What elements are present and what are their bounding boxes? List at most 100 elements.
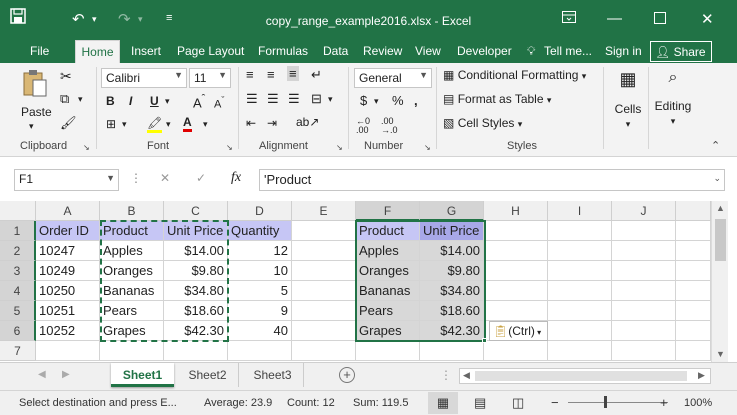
orientation-icon[interactable]: ab↗ <box>296 115 319 129</box>
merge-center-icon[interactable]: ⊟ <box>311 91 322 107</box>
font-color-dropdown-icon[interactable]: ▾ <box>203 119 208 130</box>
tab-view[interactable]: View <box>415 44 441 58</box>
column-header-partial[interactable] <box>676 201 711 221</box>
percent-icon[interactable]: % <box>392 93 404 108</box>
paste-label[interactable]: Paste <box>21 105 52 119</box>
sheet-tab-sheet3[interactable]: Sheet3 <box>242 363 304 387</box>
row-header-7[interactable]: 7 <box>0 341 36 361</box>
cell-h5[interactable] <box>484 301 548 321</box>
close-icon[interactable]: ✕ <box>701 10 714 28</box>
column-header-j[interactable]: J <box>612 201 676 221</box>
editing-button[interactable]: ⌕ Editing ▾ <box>653 69 693 139</box>
alignment-launcher-icon[interactable]: ↘ <box>336 143 343 152</box>
cell-e3[interactable] <box>292 261 356 281</box>
normal-view-icon[interactable]: ▦ <box>428 392 458 414</box>
sheet-tab-sheet2[interactable]: Sheet2 <box>177 363 239 387</box>
cell-i2[interactable] <box>548 241 612 261</box>
hscroll-thumb[interactable] <box>475 371 687 381</box>
italic-icon[interactable]: I <box>129 94 132 108</box>
zoom-in-icon[interactable]: + <box>660 395 668 410</box>
align-middle-icon[interactable]: ≡ <box>267 67 275 82</box>
number-format-combobox[interactable]: General ▼ <box>354 68 432 88</box>
column-header-a[interactable]: A <box>36 201 100 221</box>
wrap-text-icon[interactable]: ↵ <box>311 67 322 83</box>
scroll-right-icon[interactable]: ▶ <box>698 370 705 381</box>
tell-me-search[interactable]: Tell me... <box>544 44 592 58</box>
underline-icon[interactable]: U <box>150 94 159 108</box>
vertical-scrollbar[interactable]: ▲ ▼ <box>711 201 728 362</box>
decrease-font-icon[interactable]: Aˇ <box>214 95 224 111</box>
increase-indent-icon[interactable]: ⇥ <box>267 116 277 130</box>
cell-d6[interactable]: 40 <box>228 321 292 341</box>
formula-input[interactable]: 'Product ⌄ <box>259 169 725 191</box>
row-header-4[interactable]: 4 <box>0 281 36 301</box>
underline-dropdown-icon[interactable]: ▾ <box>165 96 170 107</box>
cell-h1[interactable] <box>484 221 548 241</box>
font-size-combobox[interactable]: 11 ▼ <box>189 68 231 88</box>
align-right-icon[interactable]: ☰ <box>288 91 300 107</box>
cell-j2[interactable] <box>612 241 676 261</box>
cell-e6[interactable] <box>292 321 356 341</box>
tab-review[interactable]: Review <box>363 44 402 58</box>
sign-in-link[interactable]: Sign in <box>605 44 642 58</box>
increase-font-icon[interactable]: Aˆ <box>193 93 205 110</box>
scroll-sheets-right-icon[interactable]: ▶ <box>62 369 70 380</box>
cell-a5[interactable]: 10251 <box>36 301 100 321</box>
cell-g7[interactable] <box>420 341 484 361</box>
paste-icon[interactable] <box>22 69 48 99</box>
cell-c7[interactable] <box>164 341 228 361</box>
tab-home[interactable]: Home <box>75 40 120 63</box>
cell-i7[interactable] <box>548 341 612 361</box>
column-header-e[interactable]: E <box>292 201 356 221</box>
scroll-left-icon[interactable]: ◀ <box>463 370 470 381</box>
column-header-d[interactable]: D <box>228 201 292 221</box>
cell-d4[interactable]: 5 <box>228 281 292 301</box>
ribbon-display-options-icon[interactable] <box>562 10 576 27</box>
conditional-formatting-button[interactable]: ▦ Conditional Formatting ▾ <box>443 68 586 82</box>
copy-icon[interactable]: ⧉ <box>60 91 69 107</box>
cut-icon[interactable]: ✂ <box>60 68 72 85</box>
cell-partial[interactable] <box>676 241 711 261</box>
zoom-slider-thumb[interactable] <box>604 396 607 408</box>
zoom-out-icon[interactable]: − <box>551 395 559 410</box>
cell-j3[interactable] <box>612 261 676 281</box>
row-header-2[interactable]: 2 <box>0 241 36 261</box>
row-header-5[interactable]: 5 <box>0 301 36 321</box>
cells-button[interactable]: ▦ Cells ▾ <box>612 69 644 139</box>
cell-j5[interactable] <box>612 301 676 321</box>
zoom-slider[interactable] <box>568 402 668 403</box>
cell-partial[interactable] <box>676 321 711 341</box>
cell-a1[interactable]: Order ID <box>36 221 100 241</box>
cell-d1[interactable]: Quantity <box>228 221 292 241</box>
cell-j7[interactable] <box>612 341 676 361</box>
scroll-sheets-left-icon[interactable]: ◀ <box>38 369 46 380</box>
cell-d5[interactable]: 9 <box>228 301 292 321</box>
page-break-view-icon[interactable]: ◫ <box>512 395 524 411</box>
insert-function-icon[interactable]: fx <box>231 170 241 186</box>
zoom-level[interactable]: 100% <box>684 397 712 409</box>
cell-partial[interactable] <box>676 341 711 361</box>
column-header-i[interactable]: I <box>548 201 612 221</box>
tab-data[interactable]: Data <box>323 44 348 58</box>
borders-icon[interactable]: ⊞ <box>106 117 116 131</box>
tab-page-layout[interactable]: Page Layout <box>177 44 244 58</box>
increase-decimal-icon[interactable]: ←0.00 <box>356 117 370 135</box>
cell-d7[interactable] <box>228 341 292 361</box>
tab-insert[interactable]: Insert <box>131 44 161 58</box>
font-launcher-icon[interactable]: ↘ <box>226 143 233 152</box>
cell-h7[interactable] <box>484 341 548 361</box>
cell-h3[interactable] <box>484 261 548 281</box>
page-layout-view-icon[interactable]: ▤ <box>474 395 486 411</box>
collapse-ribbon-icon[interactable]: ⌃ <box>711 139 720 152</box>
align-center-icon[interactable]: ☰ <box>267 91 279 107</box>
cell-e1[interactable] <box>292 221 356 241</box>
row-header-3[interactable]: 3 <box>0 261 36 281</box>
cell-a4[interactable]: 10250 <box>36 281 100 301</box>
clipboard-launcher-icon[interactable]: ↘ <box>83 143 90 152</box>
cell-d2[interactable]: 12 <box>228 241 292 261</box>
scrollbar-thumb[interactable] <box>715 219 726 261</box>
cell-a3[interactable]: 10249 <box>36 261 100 281</box>
cell-partial[interactable] <box>676 261 711 281</box>
decrease-indent-icon[interactable]: ⇤ <box>246 116 256 130</box>
cell-j1[interactable] <box>612 221 676 241</box>
